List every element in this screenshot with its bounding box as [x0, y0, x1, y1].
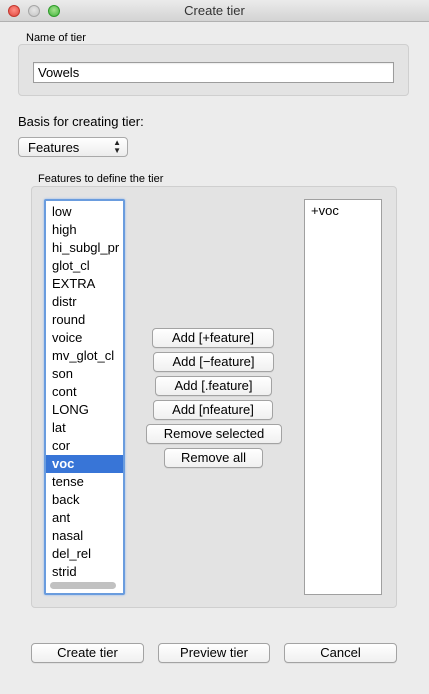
window-title: Create tier [184, 3, 245, 18]
popup-arrows-icon: ▲ ▼ [113, 138, 121, 155]
feature-list-item[interactable]: tense [46, 473, 123, 491]
feature-list-item[interactable]: round [46, 311, 123, 329]
features-label: Features to define the tier [38, 173, 164, 185]
feature-list-item[interactable]: son [46, 365, 123, 383]
feature-list-item[interactable]: voice [46, 329, 123, 347]
feature-list-item[interactable]: glot_cl [46, 257, 123, 275]
feature-list-item[interactable]: LONG [46, 401, 123, 419]
horizontal-scrollbar[interactable] [50, 582, 116, 589]
feature-list-item[interactable]: high [46, 221, 123, 239]
tier-name-label: Name of tier [26, 32, 86, 44]
feature-list-item[interactable]: cont [46, 383, 123, 401]
add-n-feature-button[interactable]: Add [nfeature] [153, 400, 273, 420]
selected-feature-item[interactable]: +voc [305, 200, 381, 218]
feature-list-item[interactable]: lat [46, 419, 123, 437]
feature-list-item[interactable]: ant [46, 509, 123, 527]
basis-popup[interactable]: Features ▲ ▼ [18, 137, 128, 157]
feature-list[interactable]: low high hi_subgl_pr glot_cl EXTRA distr round… [44, 199, 125, 595]
feature-list-item[interactable]: strid [46, 563, 123, 581]
feature-list-item[interactable]: hi_subgl_pr [46, 239, 123, 257]
cancel-button[interactable]: Cancel [284, 643, 397, 663]
feature-list-item[interactable]: distr [46, 293, 123, 311]
feature-list-item[interactable]: cor [46, 437, 123, 455]
add-minus-feature-button[interactable]: Add [−feature] [153, 352, 274, 372]
feature-list-item[interactable]: nasal [46, 527, 123, 545]
basis-popup-value: Features [28, 140, 80, 155]
preview-tier-button[interactable]: Preview tier [158, 643, 270, 663]
feature-list-item[interactable]: mv_glot_cl [46, 347, 123, 365]
selected-features-list[interactable]: +voc [304, 199, 382, 595]
add-plus-feature-button[interactable]: Add [+feature] [152, 328, 274, 348]
tier-name-input[interactable]: Vowels [33, 62, 394, 83]
feature-list-item[interactable]: EXTRA [46, 275, 123, 293]
remove-all-button[interactable]: Remove all [164, 448, 263, 468]
feature-list-item[interactable]: del_rel [46, 545, 123, 563]
feature-list-item[interactable]: back [46, 491, 123, 509]
basis-label: Basis for creating tier: [18, 114, 144, 129]
add-dot-feature-button[interactable]: Add [.feature] [155, 376, 272, 396]
title-bar: Create tier [0, 0, 429, 22]
feature-list-item[interactable]: low [46, 203, 123, 221]
create-tier-button[interactable]: Create tier [31, 643, 144, 663]
remove-selected-button[interactable]: Remove selected [146, 424, 282, 444]
feature-list-item[interactable]: voc [46, 455, 123, 473]
